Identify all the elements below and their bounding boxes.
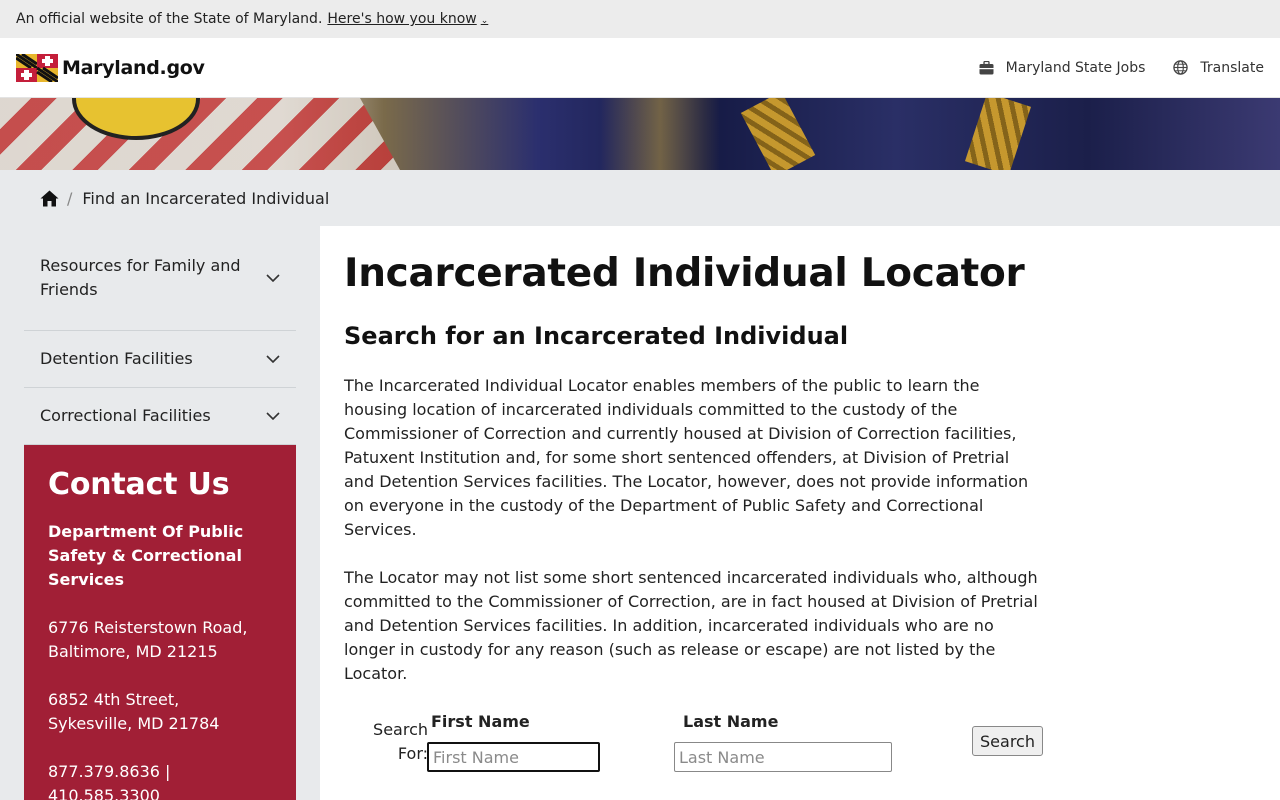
section-heading: Search for an Incarcerated Individual: [344, 322, 849, 350]
contact-address-sykesville: 6852 4th Street, Sykesville, MD 21784: [48, 688, 272, 736]
site-header: Maryland.gov Maryland State Jobs Transla…: [0, 38, 1280, 98]
contact-phone-numbers[interactable]: 877.379.8636 | 410.585.3300: [48, 760, 272, 800]
page-title: Incarcerated Individual Locator: [344, 251, 1025, 296]
chevron-down-icon: [266, 412, 280, 420]
address-line: 6776 Reisterstown Road,: [48, 618, 248, 637]
sidebar-item-label: Correctional Facilities: [40, 406, 211, 425]
sidebar-item-correctional-facilities[interactable]: Correctional Facilities: [24, 388, 296, 445]
search-for-line: Search: [373, 720, 428, 739]
translate-label: Translate: [1200, 59, 1264, 76]
sidebar-item-detention-facilities[interactable]: Detention Facilities: [24, 331, 296, 388]
sidebar-item-label: Resources for Family and Friends: [40, 256, 241, 299]
contact-org-name: Department Of Public Safety & Correction…: [48, 522, 244, 589]
contact-address-baltimore: 6776 Reisterstown Road, Baltimore, MD 21…: [48, 616, 272, 664]
official-site-banner: An official website of the State of Mary…: [0, 0, 1280, 38]
first-name-label: First Name: [431, 712, 530, 731]
state-jobs-link[interactable]: Maryland State Jobs: [979, 59, 1146, 76]
address-line: 6852 4th Street,: [48, 690, 180, 709]
search-button[interactable]: Search: [972, 726, 1043, 756]
how-you-know-link[interactable]: Here's how you know ⌄: [327, 11, 488, 27]
hero-rope-right: [965, 98, 1031, 170]
chevron-down-icon: [266, 274, 280, 282]
search-for-label: Search For:: [372, 718, 428, 766]
search-form: Search For: First Name Last Name Search: [372, 712, 1072, 772]
hero-rope-left: [740, 98, 816, 170]
hero-striped-barrier: [0, 98, 400, 170]
how-you-know-label: Here's how you know: [327, 11, 477, 27]
chevron-down-icon: ⌄: [480, 16, 489, 26]
maryland-flag-icon: [16, 53, 58, 82]
content-area: Resources for Family and Friends Detenti…: [0, 226, 1280, 800]
first-name-input[interactable]: [427, 742, 600, 772]
official-site-text: An official website of the State of Mary…: [16, 11, 323, 27]
breadcrumb: / Find an Incarcerated Individual: [0, 170, 1280, 226]
breadcrumb-separator: /: [67, 188, 73, 208]
disclaimer-paragraph: The Locator may not list some short sent…: [344, 568, 1038, 683]
intro-paragraph: The Incarcerated Individual Locator enab…: [344, 376, 1029, 539]
breadcrumb-current: Find an Incarcerated Individual: [82, 188, 330, 208]
translate-link[interactable]: Translate: [1173, 60, 1264, 76]
address-line: Sykesville, MD 21784: [48, 714, 220, 733]
sidebar: Resources for Family and Friends Detenti…: [24, 226, 296, 800]
state-jobs-label: Maryland State Jobs: [1005, 59, 1146, 76]
last-name-input[interactable]: [674, 742, 892, 772]
hero-image: [0, 98, 1280, 170]
sidebar-item-label: Detention Facilities: [40, 349, 193, 368]
home-icon[interactable]: [40, 190, 59, 207]
briefcase-icon: [979, 60, 994, 74]
header-links: Maryland State Jobs Translate: [979, 60, 1264, 76]
address-line: Baltimore, MD 21215: [48, 642, 218, 661]
search-for-line: For:: [397, 744, 428, 763]
contact-heading: Contact Us: [48, 467, 230, 502]
last-name-label: Last Name: [683, 712, 779, 731]
contact-us-panel: Contact Us Department Of Public Safety &…: [24, 445, 296, 800]
maryland-gov-logo[interactable]: Maryland.gov: [16, 53, 205, 82]
sidebar-item-resources-family-friends[interactable]: Resources for Family and Friends: [24, 226, 296, 331]
globe-icon: [1173, 60, 1189, 75]
hero-light: [600, 98, 720, 170]
chevron-down-icon: [266, 355, 280, 363]
logo-text: Maryland.gov: [62, 56, 205, 79]
main-content: Incarcerated Individual Locator Search f…: [320, 226, 1280, 800]
